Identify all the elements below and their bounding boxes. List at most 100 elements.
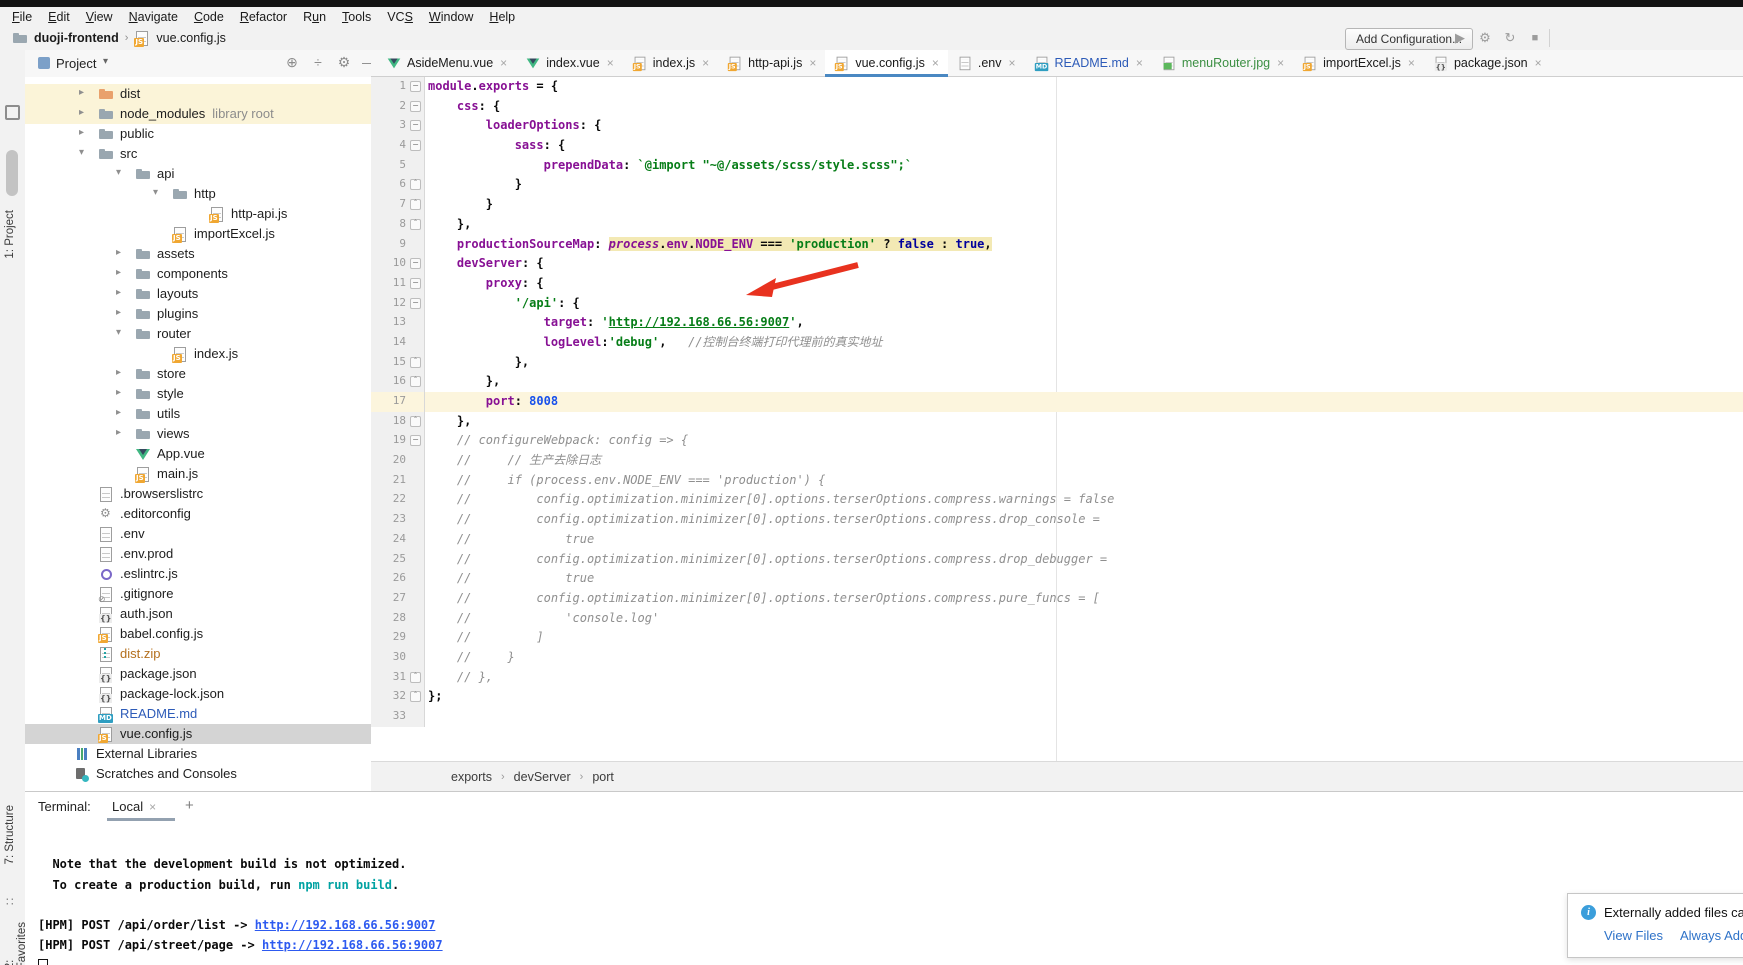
editor-breadcrumb-devServer[interactable]: devServer [514,770,571,784]
fold-marker-icon[interactable]: ˆ [410,219,421,230]
tree-item-public[interactable]: ▸public [25,124,371,144]
code-line-17[interactable]: 17 port: 8008 [371,392,1743,412]
code-line-3[interactable]: 3− loaderOptions: { [371,116,1743,136]
update-icon[interactable]: ↻ [1500,28,1520,48]
chevron-right-icon[interactable]: ▸ [116,267,121,278]
view-files-link[interactable]: View Files [1604,928,1663,943]
chevron-down-icon[interactable]: ▾ [153,187,158,198]
new-terminal-icon[interactable]: + [185,797,194,814]
tree-item-package-lock.json[interactable]: package-lock.json [25,684,371,704]
editor-breadcrumb-port[interactable]: port [592,770,614,784]
code-line-6[interactable]: 6ˆ } [371,175,1743,195]
stripe-project-label[interactable]: 1: Project [4,210,16,259]
always-add-link[interactable]: Always Add [1680,928,1743,943]
code-line-21[interactable]: 21 // if (process.env.NODE_ENV === 'prod… [371,471,1743,491]
code-line-33[interactable]: 33 [371,707,1743,727]
terminal-link[interactable]: http://192.168.66.56:9007 [262,938,443,952]
close-icon[interactable]: × [1408,56,1415,70]
settings-icon[interactable]: ⚙ [1475,28,1495,48]
chevron-right-icon[interactable]: ▸ [116,407,121,418]
tree-item-node_modules[interactable]: ▸node_moduleslibrary root [25,104,371,124]
chevron-down-icon[interactable]: ▾ [103,56,108,67]
editor-tab-package.json[interactable]: package.json× [1424,50,1551,76]
tree-item-README.md[interactable]: README.md [25,704,371,724]
fold-marker-icon[interactable]: − [410,278,421,289]
menu-refactor[interactable]: Refactor [232,10,295,24]
close-icon[interactable]: × [932,56,939,70]
chevron-right-icon[interactable]: ▸ [116,307,121,318]
close-icon[interactable]: × [809,56,816,70]
close-icon[interactable]: × [1277,56,1284,70]
chevron-right-icon[interactable]: ▸ [79,87,84,98]
menu-edit[interactable]: Edit [40,10,78,24]
editor-tab-importExcel.js[interactable]: importExcel.js× [1293,50,1424,76]
editor-tab-vue.config.js[interactable]: vue.config.js× [825,50,948,76]
code-line-18[interactable]: 18ˆ }, [371,412,1743,432]
stripe-handle[interactable] [6,150,18,196]
close-icon[interactable]: × [607,56,614,70]
tree-item-.env.prod[interactable]: .env.prod [25,544,371,564]
locate-icon[interactable]: ⊕ [282,54,302,71]
terminal-link[interactable]: http://192.168.66.56:9007 [255,918,436,932]
tree-item-store[interactable]: ▸store [25,364,371,384]
tree-item-package.json[interactable]: package.json [25,664,371,684]
fold-marker-icon[interactable]: ˆ [410,376,421,387]
tree-item-Scratches and Consoles[interactable]: Scratches and Consoles [25,764,371,784]
tree-item-api[interactable]: ▾api [25,164,371,184]
code-line-13[interactable]: 13 target: 'http://192.168.66.56:9007', [371,313,1743,333]
code-line-28[interactable]: 28 // 'console.log' [371,609,1743,629]
fold-marker-icon[interactable]: − [410,258,421,269]
editor-tab-AsideMenu.vue[interactable]: AsideMenu.vue× [377,50,516,76]
code-line-31[interactable]: 31ˆ // }, [371,668,1743,688]
chevron-down-icon[interactable]: ▾ [116,327,121,338]
editor-tab-menuRouter.jpg[interactable]: menuRouter.jpg× [1152,50,1293,76]
code-line-4[interactable]: 4− sass: { [371,136,1743,156]
tree-item-.env[interactable]: .env [25,524,371,544]
tree-item-views[interactable]: ▸views [25,424,371,444]
close-icon[interactable]: × [1136,56,1143,70]
menu-help[interactable]: Help [481,10,523,24]
terminal-output[interactable]: Note that the development build is not o… [25,837,1743,965]
code-line-8[interactable]: 8ˆ }, [371,215,1743,235]
code-line-29[interactable]: 29 // ] [371,628,1743,648]
tree-item-dist.zip[interactable]: dist.zip [25,644,371,664]
menu-navigate[interactable]: Navigate [121,10,186,24]
menu-tools[interactable]: Tools [334,10,379,24]
fold-marker-icon[interactable]: ˆ [410,416,421,427]
tree-item-http-api.js[interactable]: http-api.js [25,204,371,224]
chevron-right-icon[interactable]: ▸ [79,127,84,138]
chevron-right-icon[interactable]: ▸ [116,247,121,258]
stripe-structure-label[interactable]: 7: Structure [4,805,16,864]
stop-icon[interactable]: ■ [1525,28,1545,48]
code-line-32[interactable]: 32ˆ}; [371,687,1743,707]
fold-marker-icon[interactable]: ˆ [410,199,421,210]
tree-item-External Libraries[interactable]: External Libraries [25,744,371,764]
tree-item-babel.config.js[interactable]: babel.config.js [25,624,371,644]
run-icon[interactable]: ▶ [1450,28,1470,48]
editor-tab-http-api.js[interactable]: http-api.js× [718,50,825,76]
tree-item-plugins[interactable]: ▸plugins [25,304,371,324]
fold-marker-icon[interactable]: − [410,101,421,112]
code-line-27[interactable]: 27 // config.optimization.minimizer[0].o… [371,589,1743,609]
tree-item-src[interactable]: ▾src [25,144,371,164]
code-line-2[interactable]: 2− css: { [371,97,1743,117]
chevron-right-icon[interactable]: ▸ [79,107,84,118]
breadcrumb-project[interactable]: duoji-frontend [34,31,119,45]
collapse-all-icon[interactable]: ÷ [308,54,328,70]
tree-item-index.js[interactable]: index.js [25,344,371,364]
chevron-down-icon[interactable]: ▾ [79,147,84,158]
menu-code[interactable]: Code [186,10,232,24]
tree-item-http[interactable]: ▾http [25,184,371,204]
chevron-right-icon[interactable]: ▸ [116,367,121,378]
project-panel-title[interactable]: Project [56,56,96,71]
fold-marker-icon[interactable]: ˆ [410,672,421,683]
tree-item-components[interactable]: ▸components [25,264,371,284]
close-icon[interactable]: × [500,56,507,70]
editor-tab-index.vue[interactable]: index.vue× [516,50,623,76]
tree-item-App.vue[interactable]: App.vue [25,444,371,464]
fold-marker-icon[interactable]: ˆ [410,179,421,190]
code-line-1[interactable]: 1−module.exports = { [371,77,1743,97]
tree-item-auth.json[interactable]: auth.json [25,604,371,624]
chevron-right-icon[interactable]: ▸ [116,387,121,398]
close-icon[interactable]: × [702,56,709,70]
